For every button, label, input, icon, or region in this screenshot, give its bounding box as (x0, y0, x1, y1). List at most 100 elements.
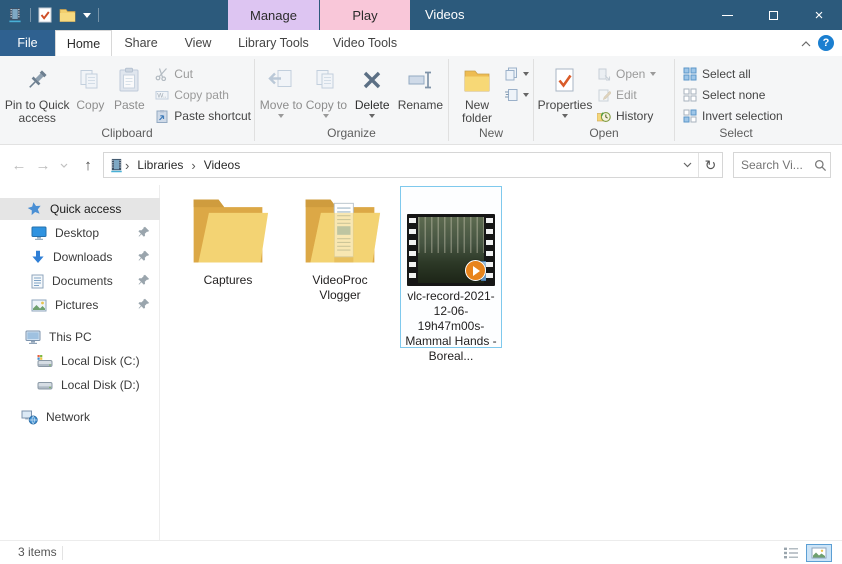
dropdown-arrow-icon (523, 93, 529, 97)
sidebar-item-downloads[interactable]: Downloads (0, 246, 160, 268)
picture-icon (31, 299, 47, 311)
ribbon-tab-row: File Home Share View Library Tools Video… (0, 30, 842, 56)
paste-shortcut-button[interactable]: Paste shortcut (155, 108, 251, 124)
pin-icon (138, 226, 150, 241)
edit-icon (598, 89, 611, 102)
computer-icon (25, 330, 41, 344)
button-label: Delete (354, 98, 390, 112)
rename-button[interactable]: Rename (396, 60, 445, 112)
back-button[interactable]: ← (8, 145, 30, 185)
tab-share[interactable]: Share (112, 30, 170, 56)
sidebar-item-local-disk-c[interactable]: Local Disk (C:) (0, 350, 160, 372)
ribbon: Pin to Quick access Copy Paste Cut W.. C… (0, 56, 842, 145)
document-icon (31, 274, 44, 288)
sidebar-item-label: Local Disk (D:) (61, 378, 140, 392)
separator (62, 546, 63, 560)
delete-button[interactable]: Delete (349, 60, 396, 118)
invert-selection-button[interactable]: Invert selection (683, 108, 783, 124)
pin-icon (138, 250, 150, 265)
copy-to-icon (314, 63, 338, 97)
details-view-button[interactable] (780, 544, 802, 562)
help-button[interactable]: ? (818, 35, 834, 51)
button-label: Move to (259, 98, 303, 112)
group-label-select: Select (719, 126, 753, 140)
dropdown-arrow-icon (523, 72, 529, 76)
maximize-icon (768, 10, 778, 20)
sidebar-item-documents[interactable]: Documents (0, 270, 160, 292)
contextual-tab-play[interactable]: Play (320, 0, 410, 30)
breadcrumb-libraries[interactable]: Libraries (130, 153, 190, 177)
group-label-new: New (478, 126, 503, 140)
pin-icon (138, 298, 150, 313)
refresh-button[interactable]: ↻ (698, 153, 722, 177)
address-bar[interactable]: › Libraries › Videos ↻ (103, 152, 723, 178)
file-tile-videoproc-vlogger[interactable]: VideoProc Vlogger (291, 192, 389, 303)
copy-path-button[interactable]: W.. Copy path (155, 87, 251, 103)
select-all-button[interactable]: Select all (683, 66, 783, 82)
dropdown-arrow-icon (562, 114, 568, 118)
easy-access-icon (505, 89, 518, 101)
pin-to-quick-access-button[interactable]: Pin to Quick access (3, 60, 71, 125)
recent-locations-button[interactable] (56, 145, 72, 185)
separator (98, 8, 99, 22)
new-folder-button[interactable]: New folder (452, 60, 502, 125)
search-input[interactable] (734, 158, 810, 172)
tab-library-tools[interactable]: Library Tools (228, 30, 319, 56)
thumbnails-view-button[interactable] (806, 544, 832, 562)
cut-button[interactable]: Cut (155, 66, 251, 82)
edit-button[interactable]: Edit (597, 87, 656, 103)
chevron-down-icon (683, 162, 691, 168)
file-tile-vlc-record-selected[interactable]: vlc-record-2021-12-06-19h47m00s-Mammal H… (400, 186, 502, 363)
sidebar-item-quick-access[interactable]: Quick access (0, 198, 160, 220)
forward-button[interactable]: → (32, 145, 54, 185)
explorer-window: Manage Play Videos × File Home Share Vie… (0, 0, 842, 564)
open-button[interactable]: Open (597, 66, 657, 82)
move-to-button[interactable]: Move to (258, 60, 304, 118)
status-bar: 3 items (0, 540, 842, 564)
tab-video-tools[interactable]: Video Tools (320, 30, 410, 56)
tab-home[interactable]: Home (55, 30, 112, 56)
file-name: VideoProc Vlogger (312, 273, 368, 302)
item-count: 3 items (18, 545, 57, 559)
sidebar-item-desktop[interactable]: Desktop (0, 222, 160, 244)
button-label: Select none (702, 88, 766, 102)
up-button[interactable]: ↑ (76, 145, 100, 185)
maximize-button[interactable] (750, 0, 796, 30)
minimize-icon (721, 14, 733, 16)
select-none-icon (683, 88, 697, 102)
ribbon-group-organize: Move to Copy to Delete Rename Organize (255, 56, 448, 144)
sidebar-item-label: Downloads (53, 250, 113, 264)
paste-button[interactable]: Paste (109, 60, 149, 112)
search-icon[interactable] (810, 159, 830, 172)
sidebar-item-this-pc[interactable]: This PC (0, 326, 160, 348)
paste-icon (117, 63, 141, 97)
file-tile-captures[interactable]: Captures (179, 192, 277, 288)
select-all-icon (683, 67, 697, 81)
sidebar-item-pictures[interactable]: Pictures (0, 294, 160, 316)
minimize-button[interactable] (704, 0, 750, 30)
contextual-tab-manage[interactable]: Manage (228, 0, 319, 30)
qat-customize-button[interactable] (83, 12, 91, 18)
pushpin-icon (24, 63, 50, 97)
close-button[interactable]: × (796, 0, 842, 30)
qat-properties-button[interactable] (38, 7, 52, 23)
sidebar-item-local-disk-d[interactable]: Local Disk (D:) (0, 374, 160, 396)
collapse-ribbon-button[interactable] (798, 37, 814, 51)
history-button[interactable]: History (597, 108, 656, 124)
tab-view[interactable]: View (170, 30, 226, 56)
scissors-icon (155, 68, 168, 81)
select-none-button[interactable]: Select none (683, 87, 783, 103)
copy-to-button[interactable]: Copy to (304, 60, 348, 118)
properties-button[interactable]: Properties (537, 60, 593, 118)
easy-access-button[interactable] (504, 87, 529, 103)
app-icon (7, 7, 23, 23)
copy-button[interactable]: Copy (71, 60, 109, 112)
breadcrumb-videos[interactable]: Videos (197, 153, 247, 177)
sidebar-item-network[interactable]: Network (0, 406, 160, 428)
pin-icon (138, 274, 150, 289)
qat-new-folder-button[interactable] (59, 8, 76, 22)
tab-file[interactable]: File (0, 30, 55, 56)
address-dropdown-button[interactable] (676, 153, 698, 177)
new-item-button[interactable] (504, 66, 529, 82)
play-triangle-icon (473, 265, 480, 276)
